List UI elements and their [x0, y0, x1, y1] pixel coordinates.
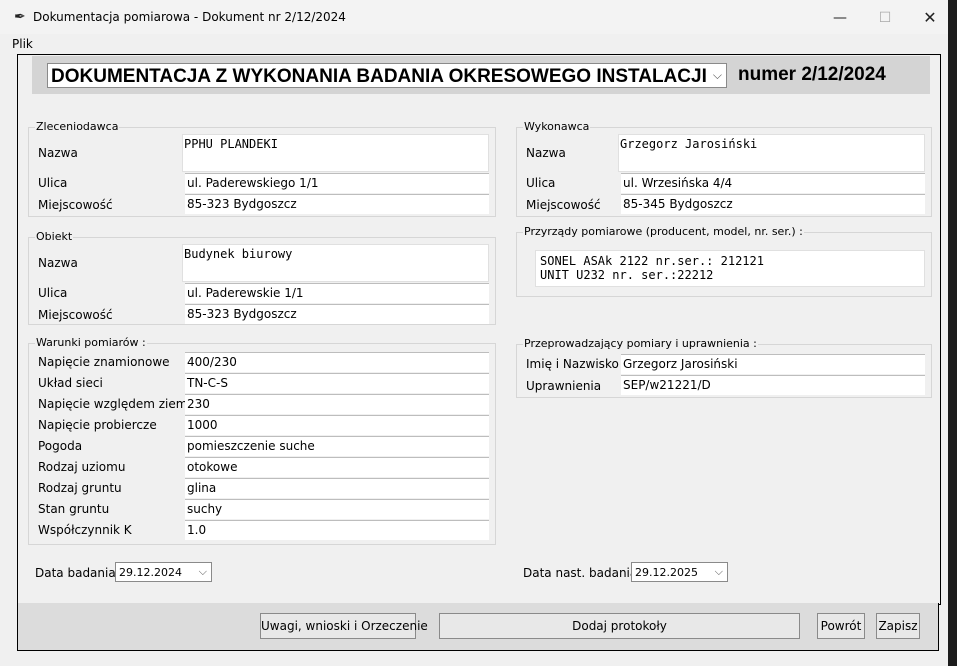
chevron-down-icon: ⌵ — [712, 68, 722, 82]
obiekt-ulica-label: Ulica — [38, 286, 68, 300]
document-type-value: DOKUMENTACJA Z WYKONANIA BADANIA OKRESOW… — [51, 66, 707, 87]
window-title: Dokumentacja pomiarowa - Dokument nr 2/1… — [33, 10, 346, 24]
menu-file[interactable]: Plik — [12, 37, 33, 51]
chevron-down-icon: ⌵ — [714, 565, 723, 578]
document-type-select[interactable]: DOKUMENTACJA Z WYKONANIA BADANIA OKRESOW… — [47, 63, 727, 88]
maximize-button[interactable]: ☐ — [865, 6, 905, 30]
menu-bar: Plik — [0, 34, 948, 54]
przeprowadzajacy-legend: Przeprowadzający pomiary i uprawnienia : — [523, 337, 758, 350]
chevron-down-icon: ⌵ — [198, 565, 207, 578]
dodaj-protokoly-button[interactable]: Dodaj protokoły — [439, 613, 800, 639]
feather-icon: ✒ — [14, 9, 26, 25]
obiekt-group: Obiekt Nazwa Budynek biurowy Ulica ul. P… — [28, 230, 496, 325]
close-button[interactable]: ✕ — [910, 6, 950, 30]
zleceniodawca-legend: Zleceniodawca — [35, 120, 120, 133]
warunki-row-label: Napięcie względem ziemi — [38, 397, 191, 411]
przyrzady-textbox[interactable]: SONEL ASAk 2122 nr.ser.: 212121 UNIT U23… — [535, 250, 925, 287]
zleceniodawca-nazwa-label: Nazwa — [38, 146, 78, 160]
obiekt-legend: Obiekt — [35, 230, 74, 243]
data-nast-label: Data nast. badania — [523, 566, 638, 580]
wykonawca-nazwa-label: Nazwa — [526, 146, 566, 160]
uprawnienia-label: Uprawnienia — [526, 379, 602, 393]
zleceniodawca-miejscowosc-field[interactable]: 85-323 Bydgoszcz — [185, 194, 489, 214]
warunki-row-label: Napięcie probiercze — [38, 418, 157, 432]
minimize-button[interactable]: — — [820, 6, 860, 30]
wykonawca-nazwa-textbox[interactable]: Grzegorz Jarosiński — [618, 134, 925, 172]
warunki-row-label: Rodzaj uziomu — [38, 460, 126, 474]
warunki-group: Warunki pomiarów : Napięcie znamionowe 40… — [28, 336, 496, 545]
przyrzady-group: Przyrządy pomiarowe (producent, model, n… — [516, 225, 932, 297]
button-bar: Uwagi, wnioski i Orzeczenie Dodaj protok… — [17, 603, 939, 651]
data-badania-picker[interactable]: 29.12.2024 ⌵ — [115, 562, 212, 582]
zleceniodawca-ulica-label: Ulica — [38, 176, 68, 190]
data-nast-picker[interactable]: 29.12.2025 ⌵ — [631, 562, 728, 582]
powrot-button[interactable]: Powrót — [817, 613, 865, 639]
obiekt-miejscowosc-label: Miejscowość — [38, 308, 113, 322]
obiekt-nazwa-textbox[interactable]: Budynek biurowy — [182, 244, 489, 282]
warunki-row-field[interactable]: 1.0 — [185, 520, 489, 540]
warunki-row-field[interactable]: pomieszczenie suche — [185, 436, 489, 456]
imie-label: Imię i Nazwisko — [526, 357, 619, 371]
data-badania-label: Data badania — [35, 566, 116, 580]
warunki-row-label: Współczynnik K — [38, 523, 132, 537]
warunki-row-label: Pogoda — [38, 439, 83, 453]
wykonawca-ulica-label: Ulica — [526, 176, 556, 190]
przeprowadzajacy-group: Przeprowadzający pomiary i uprawnienia :… — [516, 337, 932, 398]
warunki-row-field[interactable]: otokowe — [185, 457, 489, 477]
warunki-row-field[interactable]: glina — [185, 478, 489, 498]
uwagi-button[interactable]: Uwagi, wnioski i Orzeczenie — [260, 613, 428, 639]
header-band: DOKUMENTACJA Z WYKONANIA BADANIA OKRESOW… — [32, 56, 930, 94]
warunki-row-label: Napięcie znamionowe — [38, 355, 170, 369]
zleceniodawca-ulica-field[interactable]: ul. Paderewskiego 1/1 — [185, 173, 489, 193]
zapisz-button[interactable]: Zapisz — [876, 613, 920, 639]
warunki-row-field[interactable]: 1000 — [185, 415, 489, 435]
zleceniodawca-nazwa-textbox[interactable]: PPHU PLANDEKI — [182, 134, 489, 172]
obiekt-nazwa-label: Nazwa — [38, 256, 78, 270]
obiekt-ulica-field[interactable]: ul. Paderewskie 1/1 — [185, 283, 489, 303]
wykonawca-legend: Wykonawca — [523, 120, 591, 133]
uprawnienia-field[interactable]: SEP/w21221/D — [621, 375, 925, 395]
warunki-row-field[interactable]: 400/230 — [185, 352, 489, 372]
warunki-row-field[interactable]: TN-C-S — [185, 373, 489, 393]
wykonawca-miejscowosc-label: Miejscowość — [526, 198, 601, 212]
warunki-legend: Warunki pomiarów : — [35, 336, 147, 349]
warunki-row-field[interactable]: suchy — [185, 499, 489, 519]
warunki-row-label: Układ sieci — [38, 376, 103, 390]
zleceniodawca-miejscowosc-label: Miejscowość — [38, 198, 113, 212]
warunki-row-field[interactable]: 230 — [185, 394, 489, 414]
przyrzady-legend: Przyrządy pomiarowe (producent, model, n… — [523, 225, 804, 238]
zleceniodawca-group: Zleceniodawca Nazwa PPHU PLANDEKI Ulica … — [28, 120, 496, 217]
data-badania-value: 29.12.2024 — [119, 566, 182, 579]
title-bar: ✒ Dokumentacja pomiarowa - Dokument nr 2… — [0, 0, 948, 34]
warunki-row-label: Stan gruntu — [38, 502, 110, 516]
data-nast-value: 29.12.2025 — [635, 566, 698, 579]
wykonawca-miejscowosc-field[interactable]: 85-345 Bydgoszcz — [621, 194, 925, 214]
app-window: ✒ Dokumentacja pomiarowa - Dokument nr 2… — [0, 0, 948, 666]
wykonawca-ulica-field[interactable]: ul. Wrzesińska 4/4 — [621, 173, 925, 193]
document-number: numer 2/12/2024 — [738, 64, 886, 85]
warunki-row-label: Rodzaj gruntu — [38, 481, 122, 495]
imie-field[interactable]: Grzegorz Jarosiński — [621, 354, 925, 374]
main-frame: DOKUMENTACJA Z WYKONANIA BADANIA OKRESOW… — [17, 54, 941, 605]
wykonawca-group: Wykonawca Nazwa Grzegorz Jarosiński Ulic… — [516, 120, 932, 217]
obiekt-miejscowosc-field[interactable]: 85-323 Bydgoszcz — [185, 304, 489, 324]
